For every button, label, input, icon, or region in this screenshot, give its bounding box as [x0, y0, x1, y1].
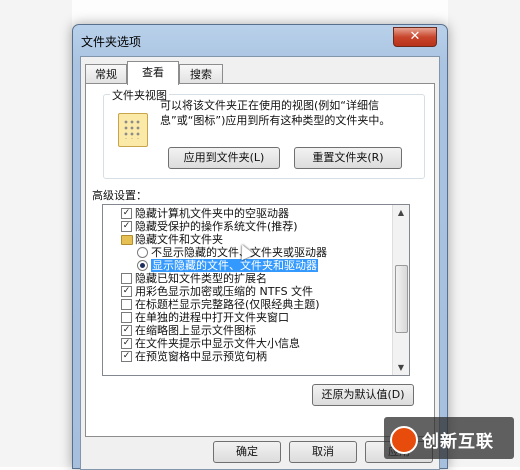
restore-defaults-label: 还原为默认值(D): [321, 388, 405, 401]
cancel-label: 取消: [312, 445, 334, 458]
reset-folders-button[interactable]: 重置文件夹(R): [294, 147, 402, 169]
close-button[interactable]: ✕: [393, 27, 437, 47]
checkbox[interactable]: ✓: [121, 351, 132, 362]
folder-view-icon: [118, 113, 148, 147]
checkbox[interactable]: [121, 299, 132, 310]
radio-button[interactable]: [137, 247, 148, 258]
folder-options-dialog: 文件夹选项 ✕ 常规 查看 搜索 文件夹视图 可以将该文件夹正在使用的视图(例如…: [72, 24, 448, 470]
advanced-settings-label: 高级设置：: [92, 189, 147, 202]
radio-button[interactable]: [137, 260, 148, 271]
apply-to-folders-label: 应用到文件夹(L): [183, 151, 265, 164]
watermark-logo-icon: [390, 426, 418, 454]
vertical-scrollbar[interactable]: ▲ ▼: [392, 205, 409, 375]
tab-view[interactable]: 查看: [127, 61, 179, 85]
close-icon: ✕: [409, 29, 421, 44]
scroll-down-icon[interactable]: ▼: [393, 360, 409, 375]
view-tab-panel: 文件夹视图 可以将该文件夹正在使用的视图(例如“详细信息”或“图标”)应用到所有…: [85, 83, 435, 437]
ok-label: 确定: [236, 445, 258, 458]
watermark-logo: 创新互联: [384, 417, 514, 459]
checkbox[interactable]: ✓: [121, 221, 132, 232]
checkbox[interactable]: [121, 312, 132, 323]
tab-view-label: 查看: [142, 66, 164, 79]
watermark-text: 创新互联: [422, 432, 494, 452]
checkbox[interactable]: ✓: [121, 208, 132, 219]
folder-icon: [121, 235, 133, 245]
folder-view-group: 文件夹视图 可以将该文件夹正在使用的视图(例如“详细信息”或“图标”)应用到所有…: [103, 87, 425, 179]
tab-search[interactable]: 搜索: [179, 64, 223, 84]
tab-general-label: 常规: [95, 68, 117, 81]
ok-button[interactable]: 确定: [213, 441, 281, 463]
checkbox[interactable]: ✓: [121, 338, 132, 349]
reset-folders-label: 重置文件夹(R): [312, 151, 384, 164]
background-left: [0, 0, 72, 467]
dialog-body: 常规 查看 搜索 文件夹视图 可以将该文件夹正在使用的视图(例如“详细信息”或“…: [80, 56, 440, 470]
background-right: [448, 0, 520, 467]
restore-defaults-button[interactable]: 还原为默认值(D): [312, 384, 414, 406]
scroll-up-icon[interactable]: ▲: [393, 205, 409, 220]
scroll-thumb[interactable]: [395, 265, 408, 333]
checkbox[interactable]: ✓: [121, 325, 132, 336]
checkbox[interactable]: [121, 273, 132, 284]
tab-search-label: 搜索: [190, 68, 212, 81]
checkbox[interactable]: ✓: [121, 286, 132, 297]
advanced-settings-list[interactable]: ✓ 隐藏计算机文件夹中的空驱动器 ✓ 隐藏受保护的操作系统文件(推荐) 隐藏文件…: [102, 204, 410, 376]
tab-general[interactable]: 常规: [85, 64, 127, 84]
folder-view-description: 可以将该文件夹正在使用的视图(例如“详细信息”或“图标”)应用到所有这种类型的文…: [160, 99, 391, 127]
cancel-button[interactable]: 取消: [289, 441, 357, 463]
apply-to-folders-button[interactable]: 应用到文件夹(L): [168, 147, 280, 169]
dialog-title: 文件夹选项: [81, 35, 142, 49]
